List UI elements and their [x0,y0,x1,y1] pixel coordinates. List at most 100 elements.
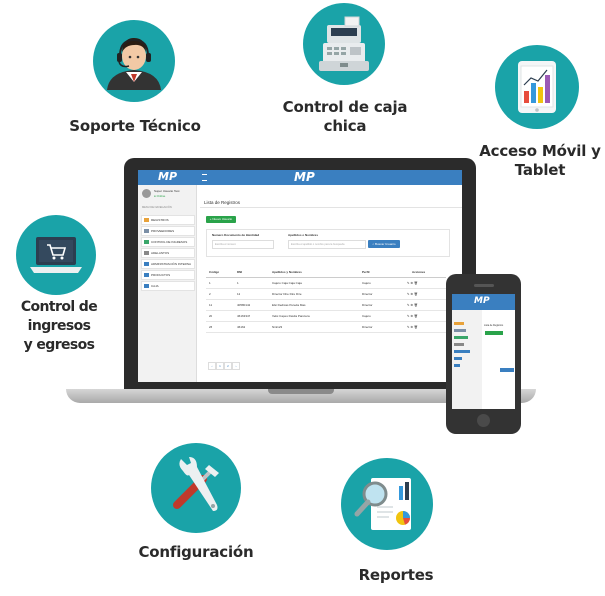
app-logo: MP [158,170,178,183]
filter-doc-input[interactable]: Escriba el número [212,240,274,249]
sidebar-item-label: CAJA [151,284,159,288]
row-actions[interactable]: ✎ ⚙ 🗑 [407,278,418,288]
phone-home-button[interactable] [477,414,490,427]
page-2[interactable]: 2 [224,362,232,370]
movil-label-line2: Tablet [514,161,566,179]
row-actions[interactable]: ✎ ⚙ 🗑 [407,300,418,310]
soporte-label: Soporte Técnico [69,117,201,135]
user-name: Super Usuario Test [154,189,180,193]
cell-dni: 1 [237,281,239,285]
laptop-screen: MP MP Super Usuario Test ● Online MENU D… [138,170,462,382]
cell-dni: 46163347 [237,314,251,318]
col-codigo: Código [209,270,220,274]
cell-code: 2 [209,292,211,296]
support-agent-icon [107,38,161,90]
title-divider [200,207,462,208]
table-row: 11 40580142 Elsi Dedicas Pereda Mas Dire… [206,300,446,311]
table-row: 26 46162 Nini123 Director ✎ ⚙ 🗑 [206,322,446,333]
ingresos-label: Control de ingresos y egresos [0,298,118,355]
cell-perfil: Cajero [362,281,371,285]
movil-circle [495,45,579,129]
users-table: Código DNI Apellidos y Nombres Perfil Ac… [206,268,446,348]
page-1[interactable]: 1 [216,362,224,370]
sidebar-item-label: PROVEEDORES [151,229,175,233]
row-actions[interactable]: ✎ ⚙ 🗑 [407,289,418,299]
laptop-notch [268,389,334,394]
cell-name: Nini123 [272,325,283,329]
administracion-icon [144,262,149,267]
caja-label: Control de caja chica [270,98,420,136]
movil-label-line1: Acceso Móvil y [479,142,601,160]
user-status: ● Online [154,194,166,198]
sidebar-item-caja[interactable]: CAJA [141,281,195,291]
sidebar-item-proveedores[interactable]: PROVEEDORES [141,226,195,236]
sidebar-item-label: PRODUCTOS [151,273,171,277]
report-magnifier-icon [354,478,411,530]
soporte-circle [93,20,175,102]
config-label: Configuración [138,543,254,561]
caja-label-line1: Control de caja [282,98,408,116]
tools-icon [173,457,219,511]
table-row: 2 12 Director Dire Dire Dire Director ✎ … [206,289,446,300]
phone-speaker [474,284,494,287]
cell-perfil: Director [362,303,373,307]
cell-dni: 46162 [237,325,246,329]
caja-icon [144,284,149,289]
caja-label-line2: chica [323,117,367,135]
phone-page-title: Lista de Registros [484,324,504,327]
ingresos-label-line1: Control de ingresos [20,299,98,334]
reportes-circle [341,458,433,550]
sidebar-item-label: REGISTROS [151,218,169,222]
phone-app-header: MP [452,294,515,310]
phone-search-button[interactable] [500,368,514,372]
filter-doc-label: Numero Documento de Identidad [212,233,260,237]
tablet-chart-icon [518,61,556,113]
search-button[interactable]: ⌕ Buscar Usuario [368,240,400,248]
filter-name-input[interactable]: Escriba el apellido o nombre para la bus… [288,240,366,249]
cell-perfil: Director [362,292,373,296]
phone-new-button[interactable] [485,331,503,335]
sidebar-item-registros[interactable]: REGISTROS [141,215,195,225]
avatar [142,189,151,198]
row-actions[interactable]: ✎ ⚙ 🗑 [407,311,418,321]
sidebar-item-adelantos[interactable]: ADELANTOS [141,248,195,258]
cell-perfil: Director [362,325,373,329]
productos-icon [144,273,149,278]
app-logo-center: MP [294,170,315,184]
app-header: MP MP [138,170,462,185]
table-row: 1 1 Cajero Caja Caja Caja Cajero ✎ ⚙ 🗑 [206,278,446,289]
cash-register-icon [319,16,369,71]
reportes-label: Reportes [358,566,434,584]
cell-name: Velsi Capes Davila Panciera [272,314,310,318]
sidebar-item-ingresos[interactable]: CONTROL DE INGRESOS [141,237,195,247]
sidebar-item-administracion[interactable]: ADMINISTRACIÓN INTERNA [141,259,195,269]
col-acciones: Acciones [412,270,426,274]
ingresos-label-line2: y egresos [23,337,95,353]
cell-name: Cajero Caja Caja Caja [272,281,302,285]
page-next[interactable]: › [232,362,240,370]
sidebar-item-label: ADELANTOS [151,251,170,255]
search-button-label: Buscar Usuario [375,242,396,246]
ingresos-icon [144,240,149,245]
row-actions[interactable]: ✎ ⚙ 🗑 [407,322,418,332]
sidebar-item-label: ADMINISTRACIÓN INTERNA [151,262,192,266]
sidebar-item-label: CONTROL DE INGRESOS [151,240,188,244]
new-user-button[interactable]: + Nuevo Usuario [206,216,236,223]
page-title: Lista de Registros [204,200,241,205]
menu-toggle-icon[interactable] [202,174,207,181]
cell-code: 26 [209,325,213,329]
user-status-text: Online [156,194,166,198]
nav-header: MENU DE NAVEGACIÓN [142,206,172,209]
col-dni: DNI [237,270,243,274]
cell-name: Director Dire Dire Dire [272,292,302,296]
ingresos-circle [16,215,96,295]
table-row: 20 46163347 Velsi Capes Davila Panciera … [206,311,446,322]
proveedores-icon [144,229,149,234]
sidebar-item-productos[interactable]: PRODUCTOS [141,270,195,280]
cell-dni: 12 [237,292,241,296]
caja-circle [303,3,385,85]
cell-dni: 40580142 [237,303,251,307]
phone-logo: MP [474,296,490,306]
page-prev[interactable]: ‹ [208,362,216,370]
pagination: ‹ 1 2 › [208,362,240,370]
